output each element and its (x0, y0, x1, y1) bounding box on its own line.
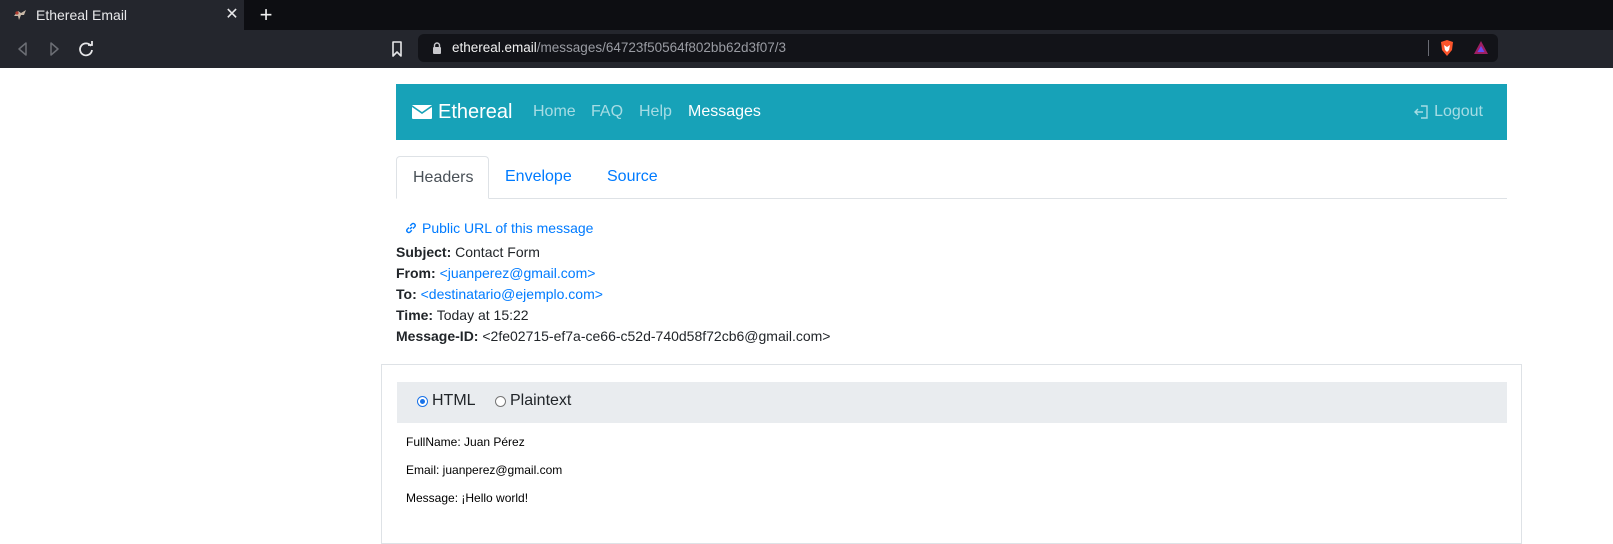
body-line-message: Message: ¡Hello world! (406, 491, 529, 505)
new-tab-icon[interactable]: + (256, 4, 276, 26)
logout-label: Logout (1434, 103, 1483, 120)
tab-envelope[interactable]: Envelope (489, 156, 591, 198)
tab-source[interactable]: Source (591, 156, 677, 198)
logout-link[interactable]: Logout (1414, 103, 1483, 121)
radio-html-label: HTML (432, 392, 476, 409)
url-host: ethereal.email (452, 40, 537, 55)
meta-time-label: Time: (396, 307, 434, 323)
tab-title: Ethereal Email (36, 7, 128, 23)
format-selector: HTML Plaintext (397, 382, 1507, 423)
browser-tab[interactable]: Ethereal Email ✕ (0, 0, 244, 30)
browser-tabstrip: Ethereal Email ✕ + (0, 0, 1613, 30)
radio-plaintext-button[interactable] (495, 395, 506, 407)
brand-name: Ethereal (438, 100, 513, 123)
body-line-email: Email: juanperez@gmail.com (406, 463, 563, 477)
close-tab-icon[interactable]: ✕ (224, 7, 240, 23)
meta-to-label: To: (396, 286, 417, 302)
meta-message-id-label: Message-ID: (396, 328, 479, 344)
url-path: /messages/64723f50564f802bb62d3f07/3 (536, 40, 787, 55)
radio-html-button[interactable] (417, 395, 428, 407)
link-icon (406, 222, 416, 234)
address-bar[interactable]: ethereal.email/messages/64723f50564f802b… (418, 34, 1498, 62)
logout-icon (1414, 105, 1428, 119)
radio-plaintext[interactable]: Plaintext (495, 392, 571, 410)
lock-icon (433, 42, 441, 54)
meta-subject-value: Contact Form (455, 244, 540, 260)
browser-toolbar: ethereal.email/messages/64723f50564f802b… (0, 30, 1613, 68)
nav-faq[interactable]: FAQ (591, 103, 623, 121)
url-divider (1428, 40, 1429, 56)
radio-plaintext-label: Plaintext (510, 392, 572, 409)
meta-time: Time: Today at 15:22 (396, 305, 529, 325)
site-navbar: Ethereal Home FAQ Help Messages Logout (396, 84, 1507, 140)
ethereal-favicon-icon (14, 10, 26, 20)
forward-icon[interactable] (43, 38, 65, 60)
meta-to: To: <destinatario@ejemplo.com> (396, 284, 603, 304)
meta-from-value[interactable]: <juanperez@gmail.com> (440, 265, 596, 281)
public-url-label: Public URL of this message (422, 220, 594, 236)
url-text: ethereal.email/messages/64723f50564f802b… (452, 40, 786, 56)
brave-shield-icon[interactable] (1438, 39, 1456, 57)
meta-from: From: <juanperez@gmail.com> (396, 263, 595, 283)
brave-rewards-icon[interactable] (1472, 39, 1490, 57)
bookmark-icon[interactable] (387, 39, 407, 59)
meta-message-id: Message-ID: <2fe02715-ef7a-ce66-c52d-740… (396, 326, 830, 346)
body-line-fullname: FullName: Juan Pérez (406, 435, 525, 449)
radio-html[interactable]: HTML (417, 392, 476, 410)
meta-message-id-value: <2fe02715-ef7a-ce66-c52d-740d58f72cb6@gm… (482, 328, 831, 344)
meta-to-value[interactable]: <destinatario@ejemplo.com> (421, 286, 603, 302)
envelope-icon (412, 105, 432, 119)
back-icon[interactable] (12, 38, 34, 60)
reload-icon[interactable] (75, 38, 97, 60)
tab-headers[interactable]: Headers (396, 156, 489, 199)
message-tabs: Headers Envelope Source (396, 156, 1507, 199)
nav-messages[interactable]: Messages (688, 103, 761, 121)
meta-subject: Subject: Contact Form (396, 242, 540, 262)
nav-home[interactable]: Home (533, 103, 576, 121)
nav-help[interactable]: Help (639, 103, 672, 121)
meta-from-label: From: (396, 265, 436, 281)
public-url-link[interactable]: Public URL of this message (404, 218, 593, 238)
meta-subject-label: Subject: (396, 244, 452, 260)
meta-time-value: Today at 15:22 (436, 307, 529, 323)
message-body-card: HTML Plaintext FullName: Juan Pérez Emai… (381, 364, 1522, 544)
brand-link[interactable]: Ethereal (412, 100, 513, 124)
